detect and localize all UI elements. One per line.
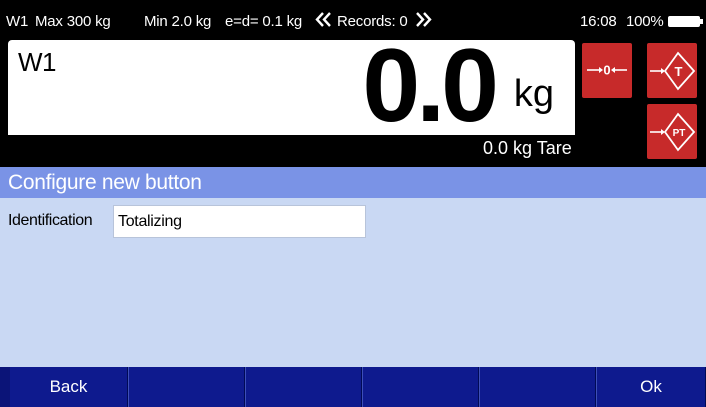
preset-tare-key-label: PT <box>673 128 686 139</box>
scale-name: W1 <box>18 47 57 77</box>
config-title: Configure new button <box>8 171 202 194</box>
zero-key-label: 0 <box>603 63 610 78</box>
config-panel: Identification <box>0 198 706 367</box>
tare-button[interactable]: T <box>647 43 697 98</box>
softkey-3[interactable] <box>245 367 362 407</box>
ok-button[interactable]: Ok <box>596 367 706 407</box>
scale-indicator: W1 <box>6 13 29 30</box>
status-bar: W1 Max 300 kg Min 2.0 kg e=d= 0.1 kg Rec… <box>0 0 706 40</box>
config-title-bar: Configure new button <box>0 167 706 198</box>
double-chevron-left-icon[interactable] <box>314 10 333 33</box>
back-button[interactable]: Back <box>10 367 128 407</box>
zero-button[interactable]: 0 <box>582 43 632 98</box>
clock: 16:08 <box>580 13 617 30</box>
tare-readout: 0.0 kg Tare <box>483 138 572 158</box>
softkey-5[interactable] <box>479 367 596 407</box>
preset-tare-key-icon: PT <box>650 112 696 152</box>
softkey-4[interactable] <box>362 367 479 407</box>
tare-key-icon: T <box>650 51 696 91</box>
softkey-bar: Back Ok <box>0 367 706 407</box>
weight-display: W1 0.0 kg <box>8 34 575 138</box>
scale-division: e=d= 0.1 kg <box>225 13 303 30</box>
weight-unit: kg <box>513 73 554 115</box>
battery-level: 100% <box>626 13 664 30</box>
identification-field[interactable] <box>113 205 366 238</box>
min-capacity: Min 2.0 kg <box>144 13 212 30</box>
tare-key-label: T <box>675 64 683 79</box>
battery-icon <box>668 16 703 27</box>
softkey-2[interactable] <box>128 367 245 407</box>
identification-label: Identification <box>8 212 93 229</box>
zero-key-icon: 0 <box>587 63 627 78</box>
weight-value: 0.0 <box>362 28 499 144</box>
max-capacity: Max 300 kg <box>35 13 111 30</box>
preset-tare-button[interactable]: PT <box>647 104 697 159</box>
